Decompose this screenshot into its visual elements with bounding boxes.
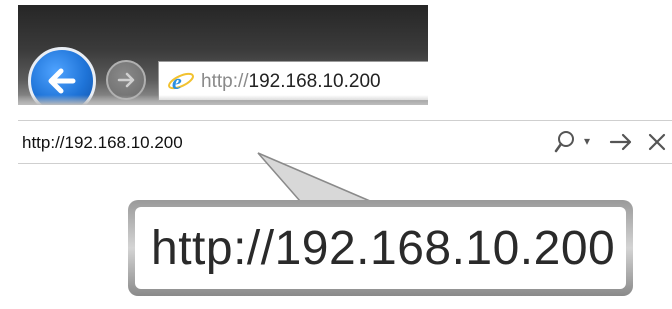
callout-url-text: http://192.168.10.200 [151,222,616,275]
callout-inner: http://192.168.10.200 [135,207,626,289]
zoomed-url-callout: http://192.168.10.200 [128,200,633,296]
